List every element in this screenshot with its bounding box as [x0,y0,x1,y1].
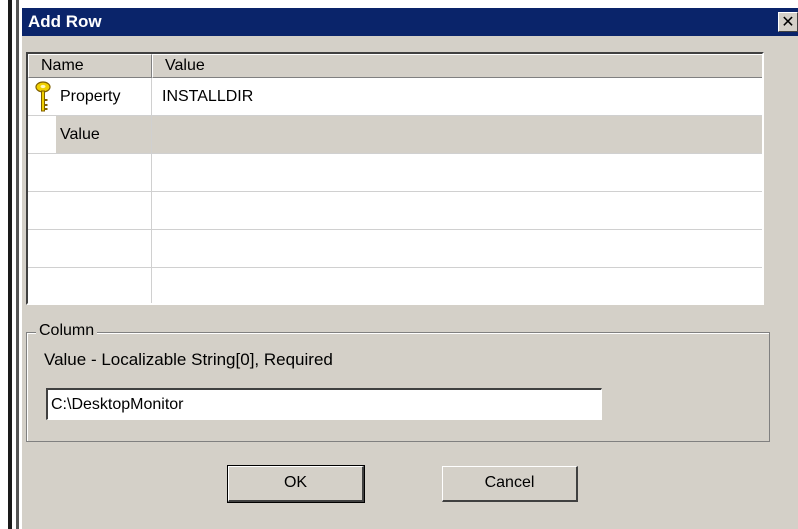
key-icon [35,81,51,112]
column-groupbox [26,332,770,442]
title-bar[interactable]: Add Row ✕ [22,8,798,36]
row-value[interactable] [152,116,762,153]
table-row[interactable] [28,154,762,192]
row-gutter [28,116,56,153]
table-row[interactable] [28,230,762,268]
grid-header: Name Value [28,54,762,78]
row-value[interactable] [152,230,762,267]
background-divider-2 [16,0,19,529]
row-name [28,154,152,191]
column-description: Value - Localizable String[0], Required [44,350,333,369]
row-name: Value [56,116,152,153]
ok-button[interactable]: OK [227,465,365,503]
row-name [28,192,152,229]
row-grid[interactable]: Name Value Property INSTALLDIR Value [26,52,764,305]
table-row[interactable] [28,268,762,303]
row-value[interactable] [152,192,762,229]
row-name [28,230,152,267]
header-name[interactable]: Name [28,54,152,78]
column-value-input[interactable] [46,388,602,420]
dialog-title: Add Row [28,12,102,31]
row-value[interactable] [152,268,762,303]
column-group-label: Column [36,322,98,340]
close-icon: ✕ [781,14,795,31]
background-divider [8,0,12,529]
header-value[interactable]: Value [152,54,762,78]
table-row[interactable]: Property INSTALLDIR [28,78,762,116]
table-row[interactable]: Value [28,116,762,154]
row-value[interactable] [152,154,762,191]
row-name: Property [56,78,152,115]
row-value[interactable]: INSTALLDIR [152,78,762,115]
row-name [28,268,152,303]
table-row[interactable] [28,192,762,230]
cancel-button[interactable]: Cancel [442,466,578,502]
close-button[interactable]: ✕ [778,12,798,32]
